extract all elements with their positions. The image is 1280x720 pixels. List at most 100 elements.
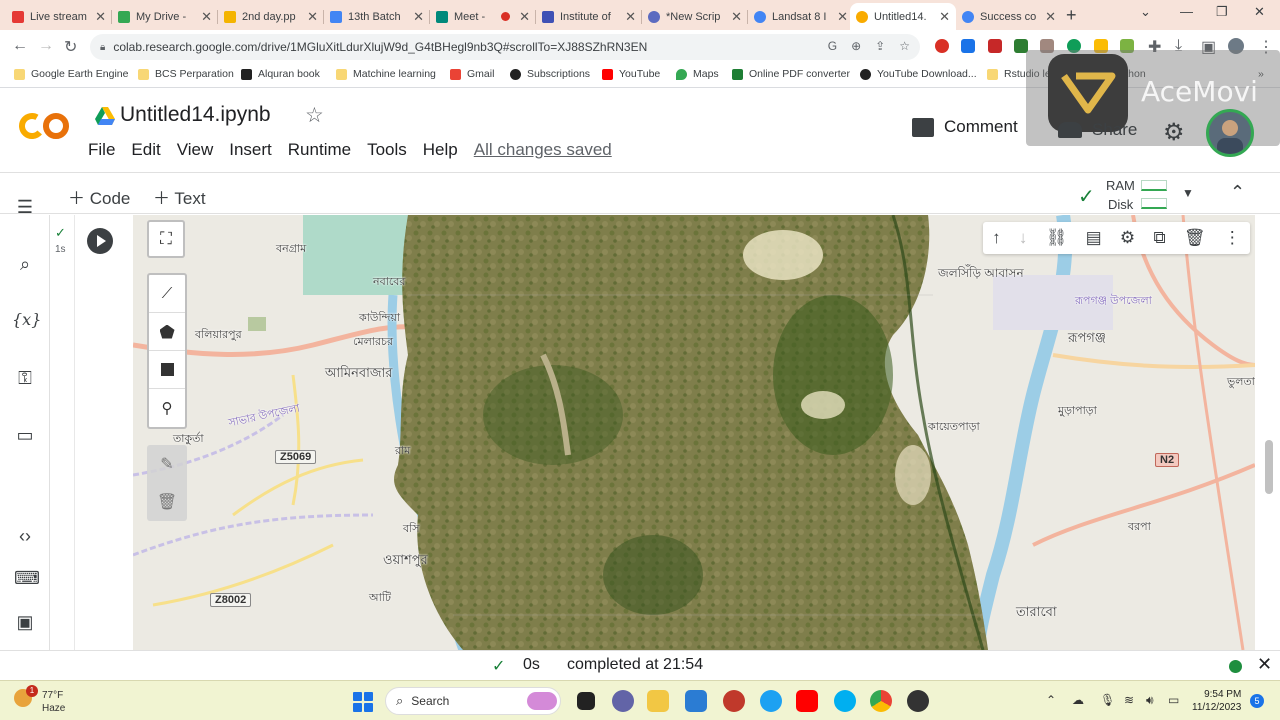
reload-icon[interactable]: ↻	[64, 37, 77, 57]
onedrive-cloud-icon[interactable]: ☁	[1072, 693, 1084, 707]
browser-tab[interactable]: Success co ✕	[956, 3, 1062, 30]
app-icon[interactable]	[723, 690, 745, 712]
delete-cell-icon[interactable]: 🗑︎	[1184, 228, 1206, 248]
bookmark-item[interactable]: Google Earth Engine	[14, 68, 128, 80]
notebook-title[interactable]: Untitled14.ipynb	[120, 103, 271, 127]
back-icon[interactable]: ←	[12, 37, 28, 55]
maximize-icon[interactable]: ❐	[1216, 4, 1228, 20]
draw-rectangle-icon[interactable]	[149, 351, 185, 389]
volume-icon[interactable]: 🔊︎	[1146, 693, 1154, 708]
google-lens-icon[interactable]: G	[828, 39, 837, 53]
comment-button[interactable]: Comment	[912, 117, 1018, 137]
app-icon[interactable]	[907, 690, 929, 712]
code-snippets-icon[interactable]: ‹›	[14, 526, 36, 547]
fullscreen-icon[interactable]: ⛶	[147, 220, 185, 258]
close-tab-icon[interactable]: ✕	[413, 9, 424, 25]
close-tab-icon[interactable]: ✕	[625, 9, 636, 25]
command-palette-icon[interactable]: ⌨	[14, 568, 40, 589]
map-output[interactable]: বনগ্রাম নবাবের কাউন্দিয়া বলিয়ারপুর মেল…	[133, 215, 1255, 650]
bookmark-item[interactable]: YouTube	[602, 68, 660, 80]
move-cell-up-icon[interactable]: ↑	[992, 228, 1001, 248]
table-of-contents-icon[interactable]: ☰	[14, 197, 36, 218]
bookmark-item[interactable]: Alquran book	[241, 68, 320, 80]
close-status-icon[interactable]: ✕	[1257, 654, 1272, 675]
terminal-icon[interactable]: ▣	[14, 612, 36, 633]
runtime-status-indicator[interactable]	[1229, 660, 1242, 673]
draw-line-icon[interactable]: ⟋	[149, 275, 185, 313]
settings-gear-icon[interactable]: ⚙	[1163, 118, 1185, 147]
close-tab-icon[interactable]: ✕	[939, 9, 950, 25]
resource-monitor[interactable]: ✓ RAM Disk ▼	[1078, 176, 1198, 212]
battery-icon[interactable]: ▭	[1168, 693, 1179, 707]
browser-tab[interactable]: Landsat 8 I ✕	[748, 3, 854, 30]
add-text-button[interactable]: ＋ Text	[153, 184, 206, 209]
extension-icon[interactable]	[935, 39, 949, 53]
save-status[interactable]: All changes saved	[474, 140, 612, 160]
bookmark-item[interactable]: BCS Perparation	[138, 68, 234, 80]
browser-tab[interactable]: Live stream ✕	[6, 3, 112, 30]
more-options-icon[interactable]: ⋮	[1224, 228, 1241, 248]
teams-chat-icon[interactable]	[612, 690, 634, 712]
search-highlight-icon[interactable]	[527, 692, 557, 710]
menu-runtime[interactable]: Runtime	[288, 140, 351, 160]
bookmark-item[interactable]: Matchine learning	[336, 68, 436, 80]
microphone-icon[interactable]: 🎙︎	[1100, 693, 1115, 707]
close-window-icon[interactable]: ✕	[1254, 4, 1265, 20]
scrollbar[interactable]	[1265, 440, 1273, 494]
notification-badge[interactable]: 5	[1250, 694, 1264, 708]
close-tab-icon[interactable]: ✕	[731, 9, 742, 25]
menu-insert[interactable]: Insert	[229, 140, 272, 160]
mirror-cell-icon[interactable]: ⧉	[1153, 228, 1165, 248]
task-view-icon[interactable]	[577, 692, 595, 710]
edge-browser-icon[interactable]	[760, 690, 782, 712]
tab-search-icon[interactable]: ⌄	[1140, 4, 1151, 20]
move-cell-down-icon[interactable]: ↓	[1019, 228, 1028, 248]
bookmark-item[interactable]: Gmail	[450, 68, 494, 80]
extension-icon[interactable]	[988, 39, 1002, 53]
close-tab-icon[interactable]: ✕	[1045, 9, 1056, 25]
url-bar[interactable]: 🔒︎ colab.research.google.com/drive/1MGlu…	[90, 34, 920, 60]
forward-icon[interactable]: →	[38, 37, 54, 55]
draw-polygon-icon[interactable]	[149, 313, 185, 351]
edit-layers-icon[interactable]: ✎	[147, 445, 187, 483]
bookmark-item[interactable]: Online PDF converter	[732, 68, 850, 80]
run-cell-button[interactable]	[87, 228, 113, 254]
menu-tools[interactable]: Tools	[367, 140, 407, 160]
wifi-icon[interactable]: ≋	[1124, 693, 1134, 707]
new-tab-button[interactable]: +	[1066, 5, 1077, 26]
chevron-up-icon[interactable]: ⌃	[1230, 182, 1245, 203]
add-comment-icon[interactable]: ▤	[1086, 228, 1102, 248]
user-avatar[interactable]	[1206, 109, 1254, 157]
zoom-icon[interactable]: ⊕	[851, 39, 861, 53]
browser-tab-active[interactable]: Untitled14. ✕	[850, 3, 956, 30]
minimize-icon[interactable]: —	[1180, 4, 1193, 19]
menu-help[interactable]: Help	[423, 140, 458, 160]
search-icon[interactable]: ⌕	[14, 254, 36, 275]
browser-tab[interactable]: 13th Batch ✕	[324, 3, 430, 30]
star-icon[interactable]: ☆	[305, 103, 324, 128]
close-tab-icon[interactable]: ✕	[519, 9, 530, 25]
bookmark-star-icon[interactable]: ☆	[899, 39, 910, 53]
delete-layers-icon[interactable]: 🗑︎	[147, 483, 187, 521]
chevron-down-icon[interactable]: ▼	[1182, 186, 1194, 200]
share-page-icon[interactable]: ⇪	[875, 39, 885, 53]
bookmark-item[interactable]: Maps	[676, 68, 719, 80]
link-icon[interactable]: ⛓	[1046, 228, 1068, 248]
share-button[interactable]: Share	[1058, 120, 1137, 140]
bookmark-item[interactable]: YouTube Download...	[860, 68, 977, 80]
browser-tab[interactable]: My Drive - ✕	[112, 3, 218, 30]
bookmark-item[interactable]: Subscriptions	[510, 68, 590, 80]
menu-edit[interactable]: Edit	[131, 140, 160, 160]
browser-tab[interactable]: Meet - ✕	[430, 3, 536, 30]
extension-icon[interactable]	[961, 39, 975, 53]
system-clock[interactable]: 9:54 PM 11/12/2023	[1192, 688, 1241, 714]
colab-logo-icon[interactable]	[18, 111, 70, 141]
browser-tab[interactable]: Institute of ✕	[536, 3, 642, 30]
menu-view[interactable]: View	[177, 140, 214, 160]
youtube-app-icon[interactable]	[796, 690, 818, 712]
secrets-key-icon[interactable]: ⚿	[14, 368, 36, 389]
windows-start-icon[interactable]	[353, 692, 373, 712]
microsoft-store-icon[interactable]	[685, 690, 707, 712]
add-code-button[interactable]: ＋ Code	[68, 184, 130, 209]
skype-icon[interactable]	[834, 690, 856, 712]
